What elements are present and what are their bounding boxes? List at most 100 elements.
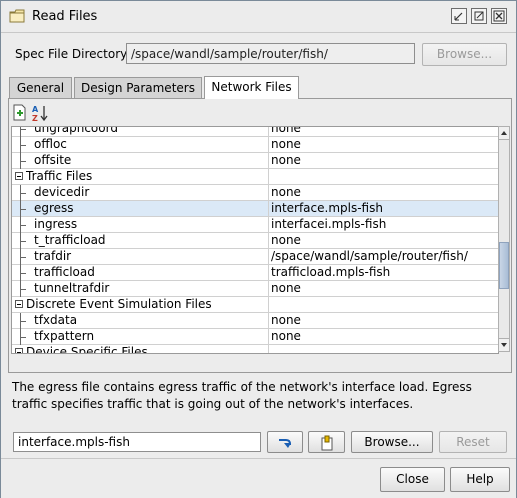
file-value-cell[interactable]: none bbox=[268, 127, 498, 137]
arrow-down-icon bbox=[501, 343, 507, 347]
table-scrollbar[interactable] bbox=[498, 126, 510, 352]
tree-connector-tick bbox=[20, 321, 26, 322]
table-group-row[interactable]: Device Specific Files bbox=[12, 345, 498, 354]
close-window-button[interactable] bbox=[491, 8, 507, 24]
tree-connector-tick bbox=[20, 193, 26, 194]
minimize-icon bbox=[454, 12, 463, 21]
maximize-icon bbox=[474, 11, 484, 21]
arrow-up-icon bbox=[501, 131, 507, 135]
minimize-button[interactable] bbox=[451, 8, 467, 24]
close-button[interactable]: Close bbox=[380, 467, 445, 492]
table-group-row[interactable]: Discrete Event Simulation Files bbox=[12, 297, 498, 313]
network-files-panel: A Z ungraphcoord none offloc none offsite non… bbox=[8, 98, 512, 373]
edit-file-button[interactable] bbox=[308, 431, 345, 453]
table-row[interactable]: offloc none bbox=[12, 137, 498, 153]
file-value-input[interactable]: interface.mpls-fish bbox=[13, 432, 261, 452]
tree-connector-tick bbox=[20, 337, 26, 338]
file-value-cell[interactable]: interface.mpls-fish bbox=[268, 201, 498, 217]
group-value-cell bbox=[268, 297, 498, 313]
file-key-label: trafdir bbox=[34, 249, 72, 263]
folder-icon bbox=[9, 9, 25, 23]
tree-connector bbox=[20, 127, 21, 137]
file-value-cell[interactable]: none bbox=[268, 281, 498, 297]
file-key-label: egress bbox=[34, 201, 74, 215]
file-value-cell[interactable]: trafficload.mpls-fish bbox=[268, 265, 498, 281]
window-title: Read Files bbox=[32, 9, 98, 24]
help-button[interactable]: Help bbox=[450, 467, 510, 492]
table-row[interactable]: trafdir/space/wandl/sample/router/fish/ bbox=[12, 249, 498, 265]
group-label: Discrete Event Simulation Files bbox=[26, 297, 212, 311]
tab-design-parameters[interactable]: Design Parameters bbox=[74, 77, 202, 98]
table-row[interactable]: trafficload trafficload.mpls-fish bbox=[12, 265, 498, 281]
tree-connector-tick bbox=[20, 241, 26, 242]
file-key-label: tfxdata bbox=[34, 313, 78, 327]
file-key-label: ungraphcoord bbox=[34, 126, 118, 135]
file-value-cell[interactable]: none bbox=[268, 137, 498, 153]
table-row[interactable]: tunneltrafdir none bbox=[12, 281, 498, 297]
table-group-row[interactable]: Traffic Files bbox=[12, 169, 498, 185]
reset-button[interactable]: Reset bbox=[439, 431, 507, 453]
file-value-cell[interactable]: none bbox=[268, 153, 498, 169]
file-key-label: devicedir bbox=[34, 185, 90, 199]
file-key-label: offloc bbox=[34, 137, 67, 151]
tree-connector-tick bbox=[20, 273, 26, 274]
spec-browse-button[interactable]: Browse... bbox=[422, 43, 507, 66]
file-value-cell[interactable]: none bbox=[268, 233, 498, 249]
tab-network-files[interactable]: Network Files bbox=[204, 76, 299, 99]
file-key-label: offsite bbox=[34, 153, 72, 167]
file-key-label: tfxpattern bbox=[34, 329, 95, 343]
tree-connector-tick bbox=[20, 257, 26, 258]
file-value-cell[interactable]: none bbox=[268, 329, 498, 345]
table-row[interactable]: tfxpattern none bbox=[12, 329, 498, 345]
network-files-table: ungraphcoord none offloc none offsite none Tra… bbox=[11, 126, 499, 354]
value-browse-button[interactable]: Browse... bbox=[351, 431, 433, 453]
scroll-down-arrow[interactable] bbox=[499, 338, 509, 351]
collapse-icon[interactable] bbox=[15, 348, 23, 353]
group-value-cell bbox=[268, 345, 498, 353]
file-value-cell[interactable]: none bbox=[268, 313, 498, 329]
group-value-cell bbox=[268, 169, 498, 185]
tab-bar: General Design Parameters Network Files bbox=[9, 76, 509, 99]
table-row[interactable]: tfxdata none bbox=[12, 313, 498, 329]
tree-connector-tick bbox=[20, 289, 26, 290]
spec-dir-field[interactable]: /space/wandl/sample/router/fish/ bbox=[126, 43, 415, 64]
tree-connector-tick bbox=[20, 209, 26, 210]
file-key-label: trafficload bbox=[34, 265, 95, 279]
table-row[interactable]: devicedir none bbox=[12, 185, 498, 201]
title-bar: Read Files bbox=[1, 1, 516, 33]
table-row[interactable]: offsite none bbox=[12, 153, 498, 169]
spec-dir-label: Spec File Directory: bbox=[15, 47, 131, 61]
file-value-cell[interactable]: interfacei.mpls-fish bbox=[268, 217, 498, 233]
close-icon bbox=[493, 10, 505, 22]
maximize-button[interactable] bbox=[471, 8, 487, 24]
tree-connector-tick bbox=[20, 129, 26, 130]
table-row[interactable]: t_trafficload none bbox=[12, 233, 498, 249]
file-value-cell[interactable]: /space/wandl/sample/router/fish/ bbox=[268, 249, 498, 265]
enter-arrow-icon bbox=[279, 439, 291, 448]
file-key-label: t_trafficload bbox=[34, 233, 106, 247]
read-files-dialog: Read Files Spec File Directory: /space/w… bbox=[0, 0, 517, 498]
collapse-icon[interactable] bbox=[15, 172, 23, 180]
tab-general[interactable]: General bbox=[9, 77, 72, 98]
collapse-icon[interactable] bbox=[15, 300, 23, 308]
edit-file-icon bbox=[321, 435, 332, 451]
table-row[interactable]: egress interface.mpls-fish bbox=[12, 201, 498, 217]
file-key-label: ingress bbox=[34, 217, 78, 231]
apply-value-button[interactable] bbox=[267, 431, 303, 453]
tree-connector-tick bbox=[20, 145, 26, 146]
file-description: The egress file contains egress traffic … bbox=[12, 380, 472, 411]
dialog-footer: Close Help bbox=[1, 458, 516, 498]
tree-connector-tick bbox=[20, 161, 26, 162]
sort-az-icon[interactable]: A Z bbox=[31, 104, 49, 122]
file-key-label: tunneltrafdir bbox=[34, 281, 110, 295]
svg-text:A: A bbox=[32, 105, 39, 114]
scroll-thumb[interactable] bbox=[499, 242, 509, 289]
tree-connector-tick bbox=[20, 225, 26, 226]
group-label: Traffic Files bbox=[26, 169, 93, 183]
file-value-cell[interactable]: none bbox=[268, 185, 498, 201]
scroll-up-arrow[interactable] bbox=[499, 127, 509, 140]
table-row[interactable]: ingress interfacei.mpls-fish bbox=[12, 217, 498, 233]
group-label: Device Specific Files bbox=[26, 345, 148, 354]
add-file-icon[interactable] bbox=[11, 104, 29, 122]
table-row[interactable]: ungraphcoord none bbox=[12, 126, 498, 137]
